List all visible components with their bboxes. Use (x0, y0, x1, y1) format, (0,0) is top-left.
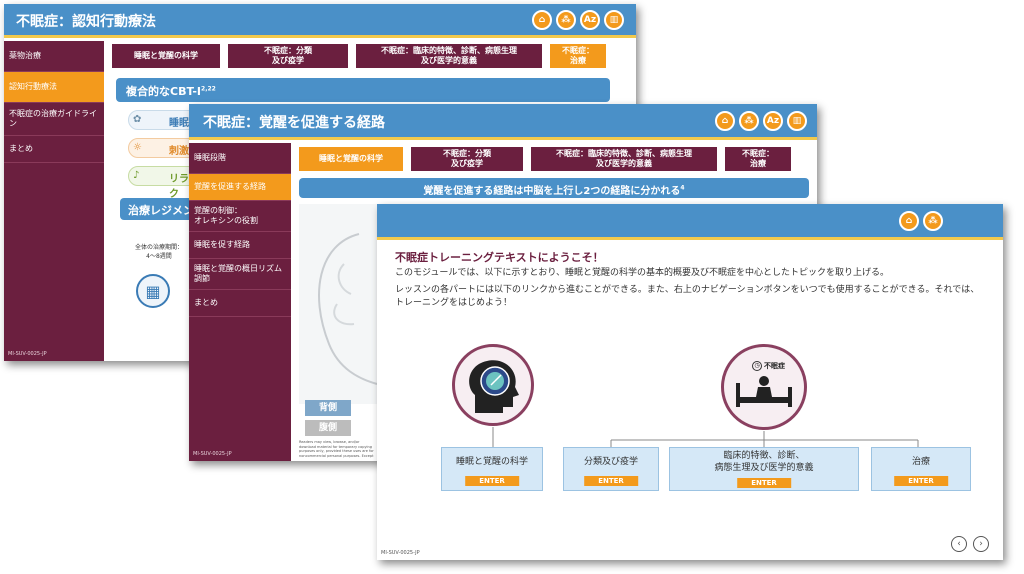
enter-button[interactable]: ENTER (584, 476, 638, 486)
therapy-label: 睡眠 (169, 118, 189, 129)
tab-science[interactable]: 睡眠と覚醒の科学 (299, 147, 403, 171)
regimen-label: 全体の治療期間： 4～8週間 (134, 244, 183, 260)
tab-clinical[interactable]: 不眠症：臨床的特徴、診断、病態生理 及び医学的意義 (531, 147, 717, 171)
page-title: 不眠症：認知行動療法 (16, 14, 156, 30)
tab-treatment[interactable]: 不眠症： 治療 (725, 147, 791, 171)
therapy-item: ♪ リラク (128, 166, 198, 200)
sidebar-item-summary[interactable]: まとめ (189, 290, 291, 317)
reference-icon[interactable]: ▥ (604, 10, 624, 30)
module-label: 睡眠と覚醒の科学 (455, 457, 528, 467)
copyright-note: Readers may view, browse, and/or downloa… (299, 440, 374, 458)
therapy-label: 刺激 (169, 146, 189, 157)
sidebar-item-guideline[interactable]: 不眠症の治療ガイドライン (4, 103, 104, 136)
reference-icon[interactable]: ▥ (787, 111, 807, 131)
module-science[interactable]: 睡眠と覚醒の科学 ENTER (441, 447, 543, 491)
relax-icon: ♪ (133, 170, 140, 181)
tab-classification[interactable]: 不眠症：分類 及び疫学 (411, 147, 523, 171)
banner-text: 覚醒を促進する経路は中脳を上行し2つの経路に分かれる (423, 186, 681, 197)
module-label: 分類及び疫学 (583, 457, 638, 467)
brain-outline-icon (318, 233, 378, 385)
nav-icons: ⌂ ⁂ Az ▥ (715, 111, 807, 131)
window-welcome: ⌂ ⁂ 不眠症トレーニングテキストにようこそ！ このモジュールでは、以下に示すと… (377, 204, 1003, 560)
sidebar-item-stages[interactable]: 睡眠段階 (189, 143, 291, 174)
header-bar: 不眠症：覚醒を促進する経路 ⌂ ⁂ Az ▥ (189, 104, 817, 140)
tab-classification[interactable]: 不眠症：分類 及び疫学 (228, 44, 348, 68)
section-tabs: 睡眠と覚醒の科学 不眠症：分類 及び疫学 不眠症：臨床的特徴、診断、病態生理 及… (112, 44, 606, 68)
module-clinical[interactable]: 臨床的特徴、診断、 病態生理及び医学的意義 ENTER (669, 447, 859, 491)
brain-illustration (299, 204, 379, 404)
sidebar-item-drug[interactable]: 薬物治療 (4, 41, 104, 72)
section-tabs: 睡眠と覚醒の科学 不眠症：分類 及び疫学 不眠症：臨床的特徴、診断、病態生理 及… (299, 147, 791, 171)
next-page-button[interactable]: › (973, 536, 989, 552)
sidebar: 睡眠段階 覚醒を促進する経路 覚醒の制御： オレキシンの役割 睡眠を促す経路 睡… (189, 143, 291, 461)
document-code: MI-SUV-0025-JP (381, 550, 420, 556)
header-bar: 不眠症：認知行動療法 ⌂ ⁂ Az ▥ (4, 4, 636, 38)
sidebar: 薬物治療 認知行動療法 不眠症の治療ガイドライン まとめ MI-SUV-0025… (4, 41, 104, 361)
banner-ref: 4 (680, 184, 685, 192)
sidebar-item-sleep-path[interactable]: 睡眠を促す経路 (189, 232, 291, 259)
sidebar-item-orexin[interactable]: 覚醒の制御： オレキシンの役割 (189, 201, 291, 232)
home-icon[interactable]: ⌂ (715, 111, 735, 131)
sleep-icon: ✿ (133, 114, 142, 125)
module-treatment[interactable]: 治療 ENTER (871, 447, 971, 491)
nav-icons: ⌂ ⁂ Az ▥ (532, 10, 624, 30)
therapy-item: ☼ 刺激 (128, 138, 198, 158)
dorsal-button[interactable]: 背側 (305, 400, 351, 416)
module-classification[interactable]: 分類及び疫学 ENTER (563, 447, 659, 491)
home-icon[interactable]: ⌂ (532, 10, 552, 30)
content-banner: 覚醒を促進する経路は中脳を上行し2つの経路に分かれる4 (299, 178, 809, 198)
calendar-icon: ▦ (136, 274, 170, 308)
connector-lines (492, 427, 919, 447)
tab-treatment[interactable]: 不眠症： 治療 (550, 44, 606, 68)
enter-button[interactable]: ENTER (894, 476, 948, 486)
sidebar-item-cbt[interactable]: 認知行動療法 (4, 72, 104, 103)
section-heading-text: 治療レジメン (128, 204, 194, 217)
section-heading: 治療レジメン (120, 198, 200, 220)
enter-button[interactable]: ENTER (465, 476, 519, 486)
module-label: 臨床的特徴、診断、 病態生理及び医学的意義 (714, 451, 814, 473)
therapy-item: ✿ 睡眠 (128, 110, 198, 130)
sidebar-item-circadian[interactable]: 睡眠と覚醒の概日リズム調節 (189, 259, 291, 290)
ventral-button[interactable]: 腹側 (305, 420, 351, 436)
network-icon[interactable]: ⁂ (739, 111, 759, 131)
sidebar-item-summary[interactable]: まとめ (4, 136, 104, 163)
page-title: 不眠症：覚醒を促進する経路 (203, 115, 385, 131)
network-icon[interactable]: ⁂ (556, 10, 576, 30)
banner-text: 複合的なCBT-I (126, 85, 202, 98)
document-code: MI-SUV-0025-JP (8, 351, 47, 357)
content-banner: 複合的なCBT-I2,22 (116, 78, 610, 102)
glossary-icon[interactable]: Az (763, 111, 783, 131)
stimulus-icon: ☼ (133, 142, 142, 153)
enter-button[interactable]: ENTER (737, 478, 791, 488)
sidebar-item-wake[interactable]: 覚醒を促進する経路 (189, 174, 291, 201)
banner-ref: 2,22 (201, 85, 216, 93)
tab-science[interactable]: 睡眠と覚醒の科学 (112, 44, 220, 68)
glossary-icon[interactable]: Az (580, 10, 600, 30)
prev-page-button[interactable]: ‹ (951, 536, 967, 552)
tab-clinical[interactable]: 不眠症：臨床的特徴、診断、病態生理 及び医学的意義 (356, 44, 542, 68)
document-code: MI-SUV-0025-JP (193, 451, 232, 457)
module-label: 治療 (911, 457, 930, 467)
